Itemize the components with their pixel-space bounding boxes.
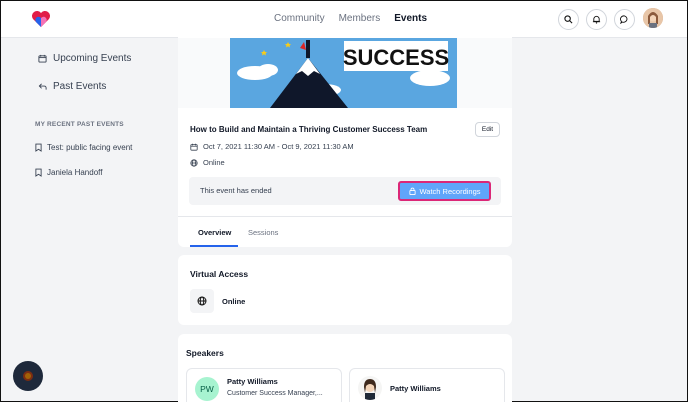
lock-icon [408,187,416,195]
globe-icon [197,296,207,306]
bell-icon [592,15,601,24]
globe-icon [190,158,198,167]
return-arrow-icon [38,83,47,90]
sidebar-item-upcoming-events[interactable]: Upcoming Events [38,53,131,64]
sidebar-item-past-events[interactable]: Past Events [38,81,106,92]
speaker-name: Patty Williams [227,377,278,386]
sidebar-recent-item[interactable]: Janiela Handoff [35,168,102,177]
edit-button[interactable]: Edit [475,122,500,137]
calendar-icon [38,54,47,63]
virtual-access-value: Online [222,297,246,306]
event-location-text: Online [203,158,225,167]
search-button[interactable] [558,9,579,30]
search-icon [564,15,573,24]
event-location: Online [190,158,225,167]
sidebar-item-label: Past Events [53,81,107,92]
online-icon-box [190,289,214,313]
tab-sessions[interactable]: Sessions [248,228,278,237]
virtual-access-card [178,255,512,325]
watch-recordings-label: Watch Recordings [419,186,481,196]
sidebar-recent-label: Janiela Handoff [47,168,103,177]
event-date-text: Oct 7, 2021 11:30 AM - Oct 9, 2021 11:30… [203,142,354,151]
event-title: How to Build and Maintain a Thriving Cus… [190,125,428,134]
event-date: Oct 7, 2021 11:30 AM - Oct 9, 2021 11:30… [190,142,354,151]
active-tab-indicator [190,245,238,247]
nav-community[interactable]: Community [274,13,325,24]
speaker-name: Patty Williams [390,384,441,393]
speaker-card[interactable]: PW Patty Williams Customer Success Manag… [186,368,342,402]
speaker-avatar [358,376,382,400]
sidebar-recent-label: Test: public facing event [47,143,133,152]
nav-members[interactable]: Members [339,13,381,24]
virtual-access-title: Virtual Access [190,269,249,279]
event-banner: SUCCESS [230,38,457,108]
notifications-button[interactable] [586,9,607,30]
speaker-role: Customer Success Manager,... [227,390,323,397]
speakers-title: Speakers [186,348,224,358]
messages-button[interactable] [614,9,635,30]
app-logo[interactable] [31,10,51,28]
event-tabs: Overview Sessions [178,216,512,247]
calendar-icon [190,143,198,151]
chat-launcher-button[interactable] [13,361,43,391]
bookmark-icon [35,168,42,177]
event-ended-text: This event has ended [200,186,272,195]
nav-events[interactable]: Events [394,13,427,24]
sidebar-recent-item[interactable]: Test: public facing event [35,143,132,152]
speaker-avatar: PW [195,377,219,401]
banner-text: SUCCESS [343,45,449,70]
recent-past-events-heading: MY RECENT PAST EVENTS [35,121,124,128]
chat-bubble-icon [620,15,628,24]
event-ended-banner: This event has ended Watch Recordings [189,177,501,205]
tab-overview[interactable]: Overview [198,228,231,237]
user-avatar[interactable] [643,8,663,28]
speaker-card[interactable]: Patty Williams [349,368,505,402]
bookmark-icon [35,143,42,152]
main-nav: Community Members Events [274,13,441,24]
sidebar-item-label: Upcoming Events [53,53,132,64]
watch-recordings-button[interactable]: Watch Recordings [398,181,491,201]
chat-launcher-icon [23,371,33,381]
